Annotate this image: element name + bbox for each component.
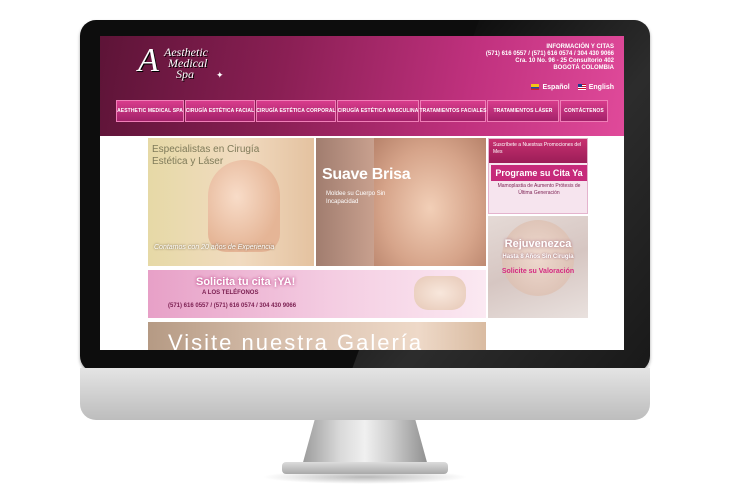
nav-item-aesthetic-medical-spa[interactable]: Aesthetic Medical Spa [116, 100, 184, 122]
monitor-screen: A Aesthetic Medical Spa ✦ INFORMACIÓN Y … [100, 36, 624, 350]
suave-brisa-subtitle: Moldee su Cuerpo Sin Incapacidad [326, 191, 386, 205]
treatment-photo [414, 276, 466, 310]
promo-box[interactable]: Suscríbete a Nuestras Promociones del Me… [488, 138, 588, 214]
book-title: Solicita tu cita ¡YA! [196, 276, 296, 288]
promo-text: Mamoplastia de Aumento Prótesis de Últim… [497, 183, 581, 196]
contact-address: Cra. 10 No. 96 - 25 Consultorio 402 [515, 58, 614, 64]
monitor-chin [80, 368, 650, 420]
book-subtitle: A LOS TELÉFONOS [202, 290, 259, 296]
rejuvenezca-banner[interactable]: Rejuvenezca Hasta 8 Años Sin Cirugía Sol… [488, 216, 588, 318]
website: A Aesthetic Medical Spa ✦ INFORMACIÓN Y … [100, 36, 624, 350]
monitor-stand-neck [302, 420, 428, 466]
lang-label: English [588, 84, 614, 91]
main-nav: Aesthetic Medical Spa Cirugía Estética F… [116, 100, 608, 122]
logo-text-line3: Spa [176, 67, 194, 81]
specialists-banner-title: Especialistas en Cirugía Estética y Láse… [152, 144, 260, 167]
monitor-stand-base [282, 462, 448, 474]
rejuvenezca-subtitle: Hasta 8 Años Sin Cirugía [502, 254, 574, 260]
contact-info: INFORMACIÓN Y CITAS (571) 616 0557 / (57… [486, 44, 614, 72]
nav-item-cirugia-corporal[interactable]: Cirugía Estética Corporal [256, 100, 336, 122]
nav-item-tratamientos-laser[interactable]: Tratamientos Láser [487, 100, 559, 122]
content-area: Especialistas en Cirugía Estética y Láse… [100, 136, 624, 350]
colombia-flag-icon [531, 84, 540, 91]
nav-item-contactenos[interactable]: Contáctenos [560, 100, 608, 122]
usa-flag-icon [577, 84, 586, 91]
book-appointment-banner[interactable]: Solicita tu cita ¡YA! A LOS TELÉFONOS (5… [148, 270, 486, 318]
book-phones: (571) 616 0557 / (571) 616 0574 / 304 43… [168, 303, 297, 309]
promo-header[interactable]: Suscríbete a Nuestras Promociones del Me… [489, 139, 587, 163]
woman-photo [208, 160, 280, 252]
promo-title[interactable]: Programe su Cita Ya [491, 165, 587, 181]
site-logo[interactable]: A Aesthetic Medical Spa ✦ [138, 42, 288, 84]
nav-item-cirugia-masculina[interactable]: Cirugía Estética Masculina [337, 100, 419, 122]
rejuvenezca-title: Rejuvenezca [504, 238, 572, 250]
lang-label: Español [542, 84, 570, 91]
lang-option-en[interactable]: English [577, 84, 614, 91]
site-header: A Aesthetic Medical Spa ✦ INFORMACIÓN Y … [100, 36, 624, 136]
contact-title: INFORMACIÓN Y CITAS [546, 44, 614, 50]
lang-option-es[interactable]: Español [531, 84, 570, 91]
logo-letter: A [138, 42, 159, 79]
contact-city: BOGOTÁ COLOMBIA [553, 65, 614, 71]
specialists-banner[interactable]: Especialistas en Cirugía Estética y Láse… [148, 138, 314, 266]
nav-item-cirugia-facial[interactable]: Cirugía Estética Facial [185, 100, 255, 122]
gallery-banner[interactable]: Visite nuestra Galería [148, 322, 486, 350]
specialists-banner-caption: Contamos con 20 años de Experiencia [154, 244, 275, 251]
nav-item-tratamientos-faciales[interactable]: Tratamientos Faciales [419, 100, 486, 122]
suave-brisa-title: Suave Brisa [322, 166, 411, 183]
gallery-text: Visite nuestra Galería [168, 330, 424, 350]
logo-star-icon: ✦ [216, 70, 224, 80]
suave-brisa-banner[interactable]: Suave Brisa Moldee su Cuerpo Sin Incapac… [316, 138, 486, 266]
rejuvenezca-cta[interactable]: Solicite su Valoración [488, 268, 588, 275]
language-switcher: Español English [531, 84, 614, 91]
contact-phones: (571) 616 0557 / (571) 616 0574 / 304 43… [485, 51, 614, 57]
